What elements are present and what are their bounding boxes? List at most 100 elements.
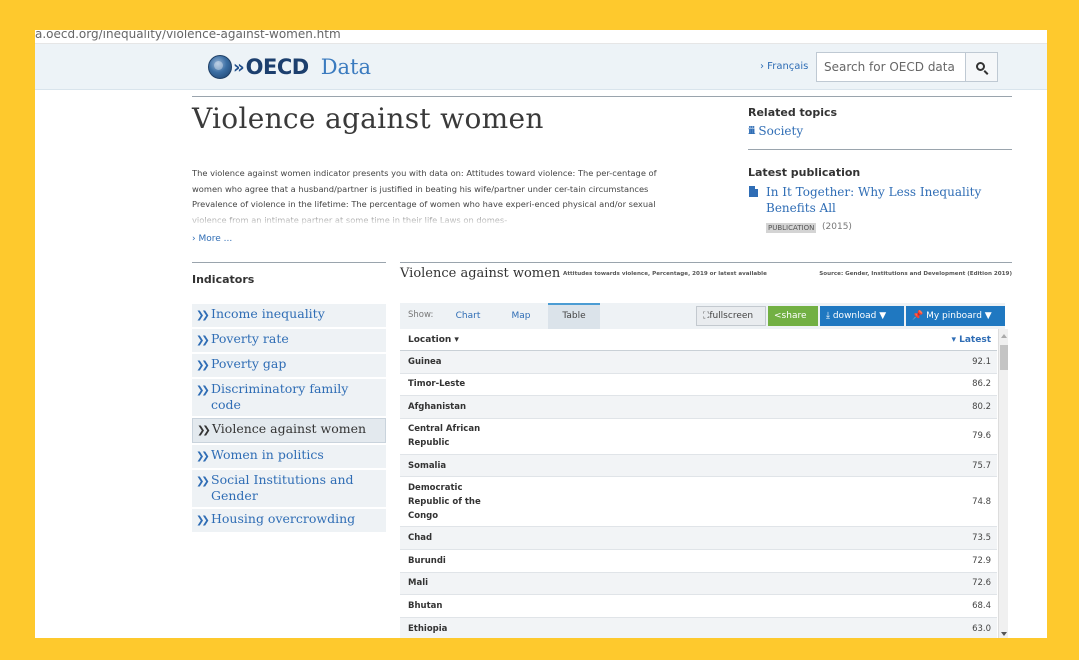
value-cell: 75.7 <box>972 460 991 471</box>
chevrons-icon: » <box>233 56 245 78</box>
chart-title: Violence against women <box>400 266 561 281</box>
sidebar-divider <box>748 149 1012 150</box>
tab-table[interactable]: Table <box>548 303 600 329</box>
address-bar[interactable]: a.oecd.org/inequality/violence-against-w… <box>35 30 1047 44</box>
chart-subtitle: Attitudes towards violence, Percentage, … <box>563 271 767 277</box>
value-cell: 72.6 <box>972 578 991 589</box>
site-header: » OECD Data › Français Search for OECD d… <box>35 44 1047 90</box>
double-arrow-icon: ❯❯ <box>196 451 210 462</box>
chart-header: Violence against women Attitudes towards… <box>400 266 1012 286</box>
share-label: share <box>781 311 807 321</box>
value-cell: 73.5 <box>972 533 991 544</box>
indicator-label: Poverty rate <box>211 331 289 346</box>
double-arrow-icon: ❯❯ <box>196 335 210 346</box>
related-topic-link[interactable]: iii Society <box>748 124 803 138</box>
search-button[interactable] <box>966 52 998 82</box>
value-cell: 74.8 <box>972 496 991 507</box>
value-cell: 63.0 <box>972 623 991 634</box>
table-scrollbar[interactable] <box>998 329 1008 638</box>
table-row: Burundi 72.9 <box>400 550 997 573</box>
search-input[interactable]: Search for OECD data <box>816 52 966 82</box>
double-arrow-icon: ❯❯ <box>196 476 210 487</box>
location-cell: Somalia <box>408 460 447 471</box>
indicators-heading: Indicators <box>192 273 255 286</box>
indicator-poverty-gap[interactable]: ❯❯ Poverty gap <box>192 354 386 377</box>
indicator-social-institutions-gender[interactable]: ❯❯ Social Institutions and Gender <box>192 470 386 507</box>
latest-column-header[interactable]: ▾ Latest <box>951 335 991 345</box>
table-row: Central African Republic 79.6 <box>400 419 997 455</box>
share-icon: < <box>774 311 782 321</box>
oecd-logo[interactable]: » OECD Data <box>208 53 371 81</box>
value-cell: 92.1 <box>972 356 991 367</box>
double-arrow-icon: ❯❯ <box>196 385 210 396</box>
indicator-label: Income inequality <box>211 306 325 321</box>
indicator-poverty-rate[interactable]: ❯❯ Poverty rate <box>192 329 386 352</box>
top-divider <box>192 96 1012 97</box>
data-table: Location ▾ ▾ Latest Guinea 92.1 Timor-Les… <box>400 329 997 638</box>
tab-map[interactable]: Map <box>500 303 542 329</box>
description-fade <box>192 210 672 226</box>
location-cell: Timor-Leste <box>408 379 466 390</box>
location-cell: Burundi <box>408 555 446 566</box>
scroll-up-icon[interactable] <box>1001 334 1007 338</box>
people-icon: iii <box>748 125 756 137</box>
chart-source[interactable]: Source: Gender, Institutions and Develop… <box>819 271 1012 277</box>
fullscreen-button[interactable]: ⛶fullscreen <box>696 306 766 326</box>
pinboard-button[interactable]: 📌 My pinboard ▼ <box>906 306 1005 326</box>
value-cell: 68.4 <box>972 600 991 611</box>
language-link[interactable]: › Français <box>760 61 808 72</box>
related-topics-heading: Related topics <box>748 106 838 119</box>
table-row: Democratic Republic of the Congo 74.8 <box>400 477 997 528</box>
value-cell: 86.2 <box>972 379 991 390</box>
double-arrow-icon: ❯❯ <box>196 310 210 321</box>
location-cell: Democratic Republic of the Congo <box>408 482 481 521</box>
browser-viewport: a.oecd.org/inequality/violence-against-w… <box>35 30 1047 638</box>
publication-link[interactable]: In It Together: Why Less Inequality Bene… <box>766 184 1006 216</box>
show-label: Show: <box>408 310 434 320</box>
indicators-list: ❯❯ Income inequality ❯❯ Poverty rate ❯❯ Pov… <box>192 304 386 534</box>
table-row: Mali 72.6 <box>400 572 997 596</box>
location-cell: Guinea <box>408 356 442 367</box>
double-arrow-icon: ❯❯ <box>196 515 210 526</box>
double-arrow-icon: ❯❯ <box>197 425 211 436</box>
value-cell: 79.6 <box>972 431 991 442</box>
location-cell: Ethiopia <box>408 623 448 634</box>
download-button[interactable]: ⤓ download ▼ <box>820 306 904 326</box>
more-link[interactable]: › More ... <box>192 234 232 244</box>
latest-publication-heading: Latest publication <box>748 166 861 179</box>
indicators-divider <box>192 262 386 263</box>
location-cell: Bhutan <box>408 600 443 611</box>
location-cell: Afghanistan <box>408 401 467 412</box>
indicator-women-in-politics[interactable]: ❯❯ Women in politics <box>192 445 386 468</box>
location-cell: Mali <box>408 578 429 589</box>
indicator-income-inequality[interactable]: ❯❯ Income inequality <box>192 304 386 327</box>
scroll-down-icon[interactable] <box>1001 632 1007 636</box>
table-row: Afghanistan 80.2 <box>400 396 997 419</box>
location-cell: Chad <box>408 533 433 544</box>
indicator-label: Social Institutions and Gender <box>211 472 354 503</box>
table-row: Guinea 92.1 <box>400 351 997 374</box>
table-header: Location ▾ ▾ Latest <box>400 329 997 351</box>
section-name: Data <box>320 55 372 79</box>
indicator-discriminatory-family-code[interactable]: ❯❯ Discriminatory family code <box>192 379 386 416</box>
download-label: download ▼ <box>832 311 887 321</box>
indicator-label: Poverty gap <box>211 356 287 371</box>
publication-badge: PUBLICATION <box>766 223 817 233</box>
location-cell: Central African Republic <box>408 424 481 449</box>
table-row: Bhutan 68.4 <box>400 595 997 618</box>
table-row: Ethiopia 63.0 <box>400 617 997 638</box>
indicator-violence-against-women[interactable]: ❯❯ Violence against women <box>192 418 386 443</box>
related-topic-label: Society <box>758 124 804 138</box>
chart-divider <box>400 262 1012 263</box>
search-icon <box>976 61 985 71</box>
tab-chart[interactable]: Chart <box>446 303 490 329</box>
document-icon <box>749 186 758 197</box>
indicator-label: Violence against women <box>212 421 367 436</box>
url-text[interactable]: a.oecd.org/inequality/violence-against-w… <box>35 30 341 41</box>
share-button[interactable]: <share <box>768 306 818 326</box>
globe-icon <box>208 55 232 79</box>
indicator-housing-overcrowding[interactable]: ❯❯ Housing overcrowding <box>192 509 386 532</box>
chart-toolbar: Show: Chart Map Table ⛶fullscreen <share… <box>400 303 1005 329</box>
location-column-header[interactable]: Location ▾ <box>408 335 459 345</box>
scroll-thumb[interactable] <box>1000 345 1008 370</box>
